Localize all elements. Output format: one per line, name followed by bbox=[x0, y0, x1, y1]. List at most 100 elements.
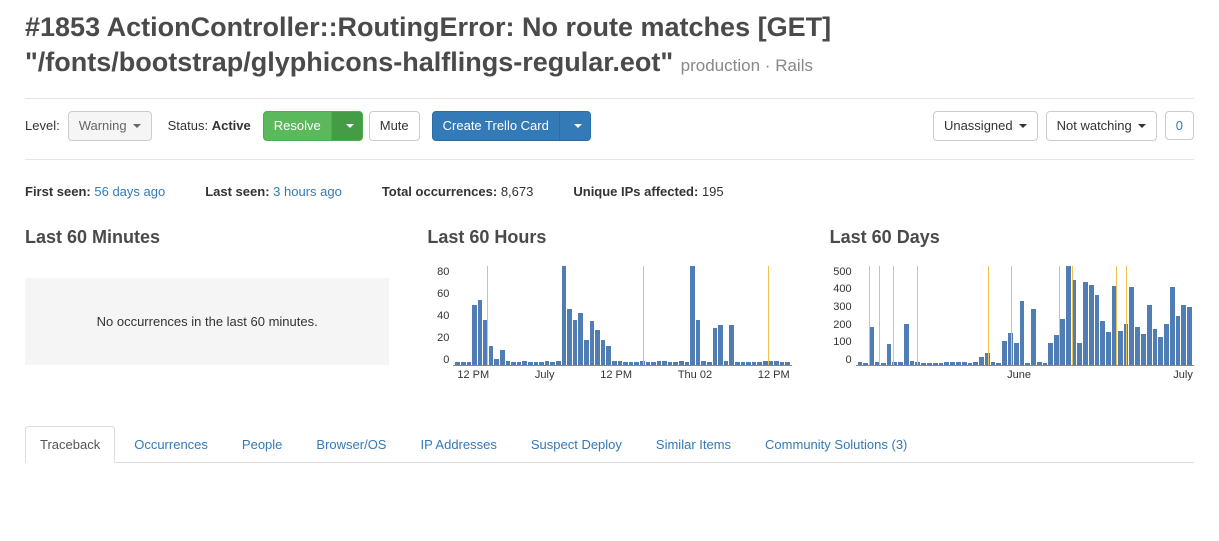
bar bbox=[494, 359, 499, 365]
bar bbox=[500, 350, 505, 365]
create-trello-dropdown[interactable] bbox=[560, 111, 591, 141]
bar bbox=[863, 363, 868, 365]
bar bbox=[657, 361, 662, 365]
bar bbox=[1100, 321, 1105, 365]
bar bbox=[757, 362, 762, 364]
bar bbox=[646, 362, 651, 364]
first-seen-link[interactable]: 56 days ago bbox=[94, 184, 165, 199]
deploy-marker bbox=[988, 266, 989, 365]
bar bbox=[567, 309, 572, 365]
bar bbox=[1170, 287, 1175, 365]
tab-people[interactable]: People bbox=[227, 426, 297, 463]
bar bbox=[950, 362, 955, 365]
chevron-down-icon bbox=[346, 124, 354, 128]
total-occurrences: Total occurrences: 8,673 bbox=[382, 184, 534, 199]
bar bbox=[623, 362, 628, 364]
bar bbox=[1176, 316, 1181, 365]
bar bbox=[724, 361, 729, 365]
bar bbox=[956, 362, 961, 365]
deploy-marker bbox=[1072, 266, 1073, 365]
bar bbox=[461, 362, 466, 364]
chevron-down-icon bbox=[1019, 124, 1027, 128]
bar bbox=[763, 361, 768, 365]
divider bbox=[25, 159, 1194, 160]
tab-occurrences[interactable]: Occurrences bbox=[119, 426, 223, 463]
bar bbox=[1020, 301, 1025, 364]
bar bbox=[939, 363, 944, 365]
bar bbox=[1147, 305, 1152, 364]
tab-community-solutions-3[interactable]: Community Solutions (3) bbox=[750, 426, 922, 463]
bar bbox=[562, 266, 567, 365]
bar bbox=[785, 362, 790, 364]
bar bbox=[612, 361, 617, 365]
bar bbox=[634, 362, 639, 364]
bar bbox=[668, 362, 673, 364]
tab-browser-os[interactable]: Browser/OS bbox=[301, 426, 401, 463]
tab-suspect-deploy[interactable]: Suspect Deploy bbox=[516, 426, 637, 463]
bar bbox=[1077, 343, 1082, 365]
bar bbox=[467, 362, 472, 364]
chart-title: Last 60 Hours bbox=[427, 227, 791, 248]
mute-button[interactable]: Mute bbox=[369, 111, 420, 141]
bar bbox=[1043, 363, 1048, 365]
watch-select[interactable]: Not watching bbox=[1046, 111, 1157, 141]
bar bbox=[1014, 343, 1019, 365]
bar bbox=[584, 340, 589, 365]
bar bbox=[933, 363, 938, 365]
bar bbox=[1181, 305, 1186, 364]
deploy-marker bbox=[1011, 266, 1012, 365]
bar bbox=[511, 362, 516, 364]
bar bbox=[522, 361, 527, 365]
bar bbox=[858, 362, 863, 365]
bar bbox=[1025, 363, 1030, 365]
bar bbox=[774, 361, 779, 365]
bar bbox=[618, 361, 623, 365]
level-select[interactable]: Warning bbox=[68, 111, 152, 141]
bar bbox=[651, 362, 656, 364]
chart-days: 5004003002001000JuneJuly bbox=[830, 266, 1194, 386]
bar bbox=[1002, 341, 1007, 365]
bar bbox=[1158, 337, 1163, 365]
deploy-marker bbox=[869, 266, 870, 365]
deploy-marker bbox=[643, 266, 644, 365]
resolve-button[interactable]: Resolve bbox=[263, 111, 332, 141]
bar bbox=[696, 320, 701, 365]
bar bbox=[996, 363, 1001, 365]
bar bbox=[904, 324, 909, 365]
bar bbox=[545, 361, 550, 365]
bar bbox=[1060, 319, 1065, 365]
bar bbox=[746, 362, 751, 364]
bar bbox=[944, 362, 949, 365]
resolve-dropdown[interactable] bbox=[332, 111, 363, 141]
deploy-marker bbox=[1126, 266, 1127, 365]
bar bbox=[662, 361, 667, 365]
page-title: #1853 ActionController::RoutingError: No… bbox=[25, 10, 1194, 80]
tab-ip-addresses[interactable]: IP Addresses bbox=[405, 426, 511, 463]
bar bbox=[629, 362, 634, 364]
bar bbox=[601, 340, 606, 365]
bar bbox=[690, 266, 695, 365]
chart-hours: 80604020012 PMJuly12 PMThu 0212 PM bbox=[427, 266, 791, 386]
bar bbox=[506, 361, 511, 365]
chart-panel-minutes: Last 60 Minutes No occurrences in the la… bbox=[25, 227, 389, 386]
chart-panel-days: Last 60 Days 5004003002001000JuneJuly bbox=[830, 227, 1194, 386]
bar bbox=[991, 362, 996, 364]
tab-similar-items[interactable]: Similar Items bbox=[641, 426, 746, 463]
status-label: Status: Active bbox=[168, 118, 251, 133]
create-trello-button[interactable]: Create Trello Card bbox=[432, 111, 560, 141]
bar bbox=[478, 300, 483, 364]
bar bbox=[887, 344, 892, 365]
bar bbox=[713, 328, 718, 365]
deploy-marker bbox=[768, 266, 769, 365]
bar bbox=[752, 362, 757, 364]
bar bbox=[1135, 327, 1140, 365]
tab-traceback[interactable]: Traceback bbox=[25, 426, 115, 463]
watch-count[interactable]: 0 bbox=[1165, 111, 1194, 140]
bar bbox=[1066, 266, 1071, 365]
bar bbox=[606, 346, 611, 365]
unique-ips: Unique IPs affected: 195 bbox=[573, 184, 723, 199]
assign-select[interactable]: Unassigned bbox=[933, 111, 1038, 141]
bar bbox=[455, 362, 460, 364]
bar bbox=[489, 346, 494, 365]
last-seen-link[interactable]: 3 hours ago bbox=[273, 184, 342, 199]
